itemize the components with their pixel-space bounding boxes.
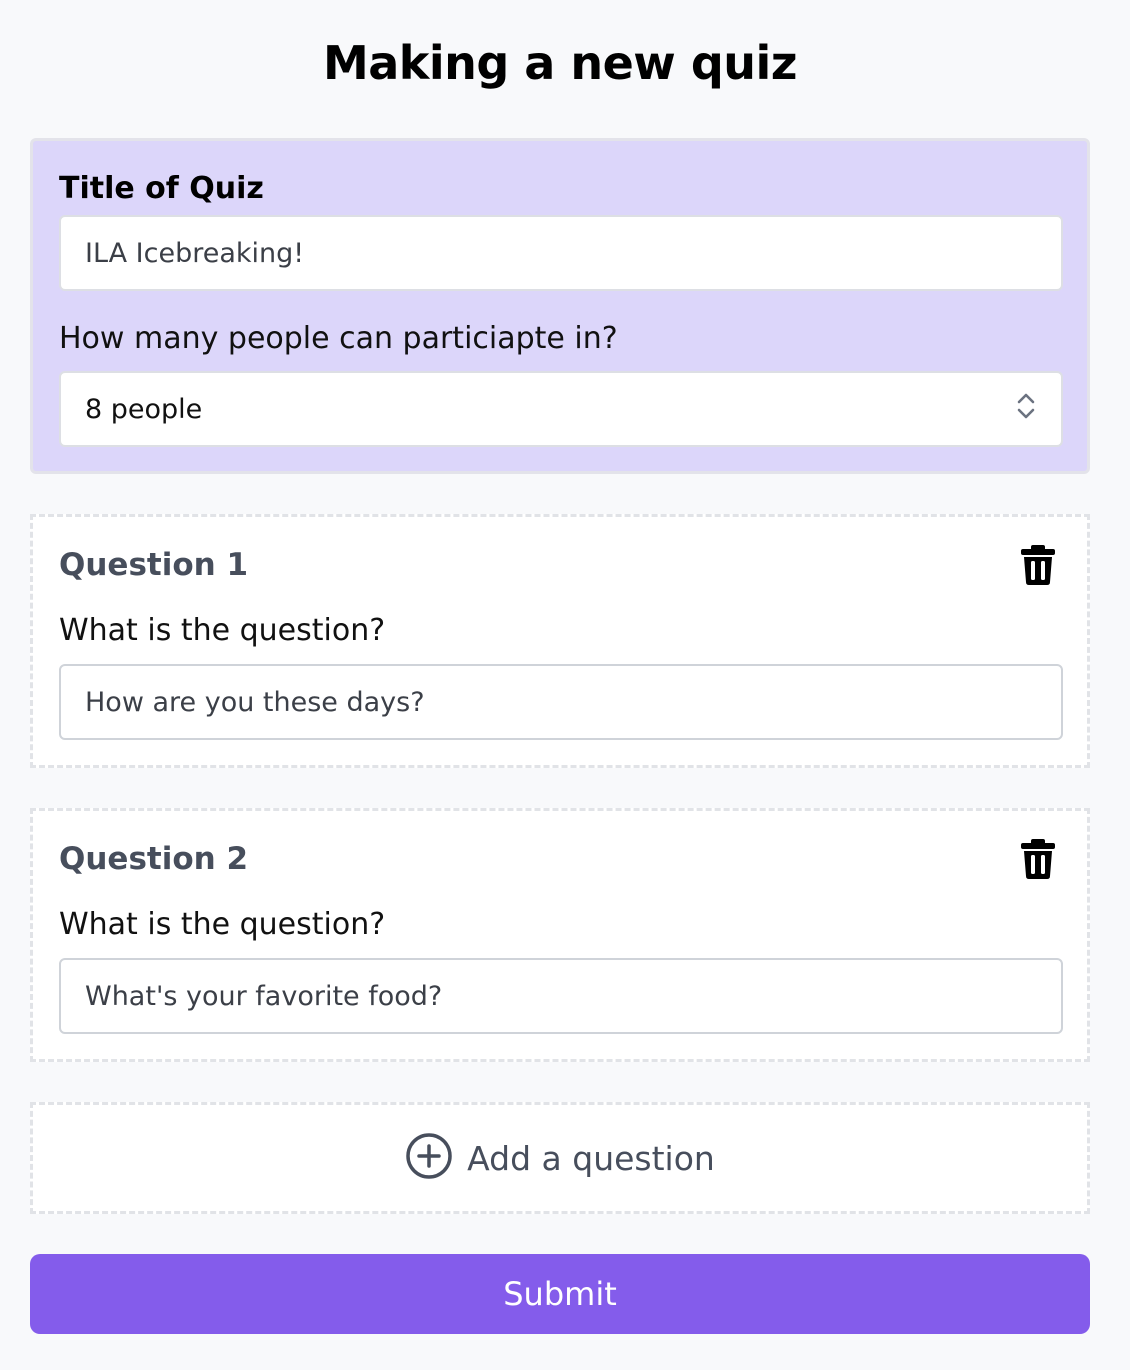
question-prompt-label: What is the question? <box>59 613 386 648</box>
question-card-2: Question 2 What is the question? <box>30 808 1090 1062</box>
trash-icon <box>1020 838 1056 884</box>
question-heading: Question 2 <box>59 841 249 877</box>
delete-question-button[interactable] <box>1019 839 1057 883</box>
question-input[interactable] <box>59 958 1063 1034</box>
trash-icon <box>1020 544 1056 590</box>
question-heading: Question 1 <box>59 547 249 583</box>
question-prompt-label: What is the question? <box>59 907 386 942</box>
participants-label: How many people can particiapte in? <box>59 321 618 356</box>
question-card-1: Question 1 What is the question? <box>30 514 1090 768</box>
quiz-settings-card: Title of Quiz How many people can partic… <box>30 138 1090 474</box>
quiz-title-label: Title of Quiz <box>59 171 264 206</box>
delete-question-button[interactable] <box>1019 545 1057 589</box>
add-question-button[interactable]: Add a question <box>30 1102 1090 1214</box>
participants-selected-value: 8 people <box>85 393 203 425</box>
plus-circle-icon <box>405 1132 453 1184</box>
select-arrows-icon <box>1015 389 1037 430</box>
quiz-builder-page: Making a new quiz Title of Quiz How many… <box>0 0 1130 1370</box>
question-input[interactable] <box>59 664 1063 740</box>
submit-button[interactable]: Submit <box>30 1254 1090 1334</box>
page-title: Making a new quiz <box>322 36 798 90</box>
quiz-title-input[interactable] <box>59 215 1063 291</box>
add-question-label: Add a question <box>467 1138 715 1178</box>
participants-select[interactable]: 8 people <box>59 371 1063 447</box>
